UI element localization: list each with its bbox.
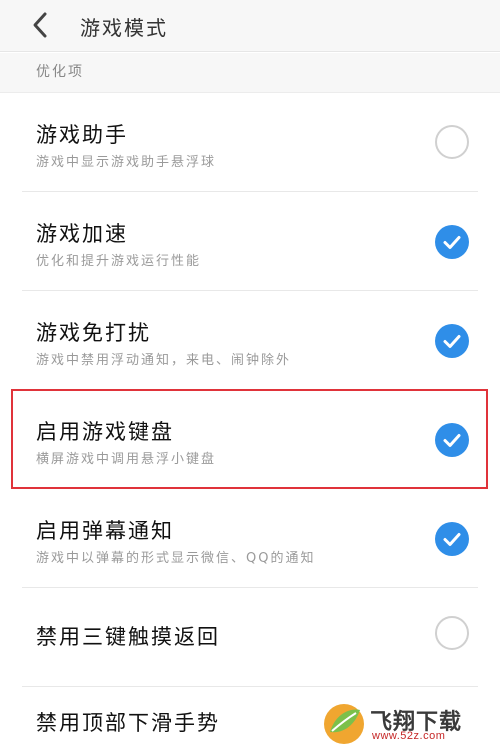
setting-row-disable-three-key[interactable]: 禁用三键触摸返回: [0, 588, 500, 687]
setting-title: 游戏助手: [36, 123, 128, 147]
checkbox-barrage-notification[interactable]: [435, 522, 469, 556]
setting-title: 游戏免打扰: [36, 321, 151, 345]
check-icon: [443, 533, 461, 546]
setting-row-game-keyboard[interactable]: 启用游戏键盘 横屏游戏中调用悬浮小键盘: [0, 390, 500, 489]
setting-title: 游戏加速: [36, 222, 128, 246]
app-header: 游戏模式: [0, 0, 500, 52]
check-icon: [443, 236, 461, 249]
setting-title: 禁用三键触摸返回: [36, 625, 220, 649]
setting-subtitle: 游戏中以弹幕的形式显示微信、QQ的通知: [36, 551, 316, 566]
setting-row-game-boost[interactable]: 游戏加速 优化和提升游戏运行性能: [0, 192, 500, 291]
setting-title: 禁用顶部下滑手势: [36, 711, 220, 735]
setting-subtitle: 游戏中显示游戏助手悬浮球: [36, 155, 217, 170]
setting-subtitle: 游戏中禁用浮动通知，来电、闹钟除外: [36, 353, 292, 368]
watermark-url: www.52z.com: [372, 730, 446, 742]
setting-subtitle: 横屏游戏中调用悬浮小键盘: [36, 452, 217, 467]
checkbox-disable-three-key[interactable]: [435, 616, 469, 650]
checkbox-game-boost[interactable]: [435, 225, 469, 259]
section-label: 优化项: [36, 64, 84, 80]
setting-row-do-not-disturb[interactable]: 游戏免打扰 游戏中禁用浮动通知，来电、闹钟除外: [0, 291, 500, 390]
check-icon: [443, 434, 461, 447]
page-title: 游戏模式: [80, 16, 168, 40]
checkbox-game-assistant[interactable]: [435, 125, 469, 159]
section-header: 优化项: [0, 53, 500, 93]
setting-title: 启用游戏键盘: [36, 420, 174, 444]
chevron-left-icon[interactable]: [28, 10, 52, 40]
checkbox-game-keyboard[interactable]: [435, 423, 469, 457]
setting-subtitle: 优化和提升游戏运行性能: [36, 254, 202, 269]
setting-row-barrage-notification[interactable]: 启用弹幕通知 游戏中以弹幕的形式显示微信、QQ的通知: [0, 489, 500, 588]
check-icon: [443, 335, 461, 348]
checkbox-do-not-disturb[interactable]: [435, 324, 469, 358]
leaf-logo-icon: [324, 704, 364, 744]
setting-row-game-assistant[interactable]: 游戏助手 游戏中显示游戏助手悬浮球: [0, 93, 500, 192]
watermark: 飞翔下载 www.52z.com: [322, 702, 492, 746]
setting-title: 启用弹幕通知: [36, 519, 174, 543]
